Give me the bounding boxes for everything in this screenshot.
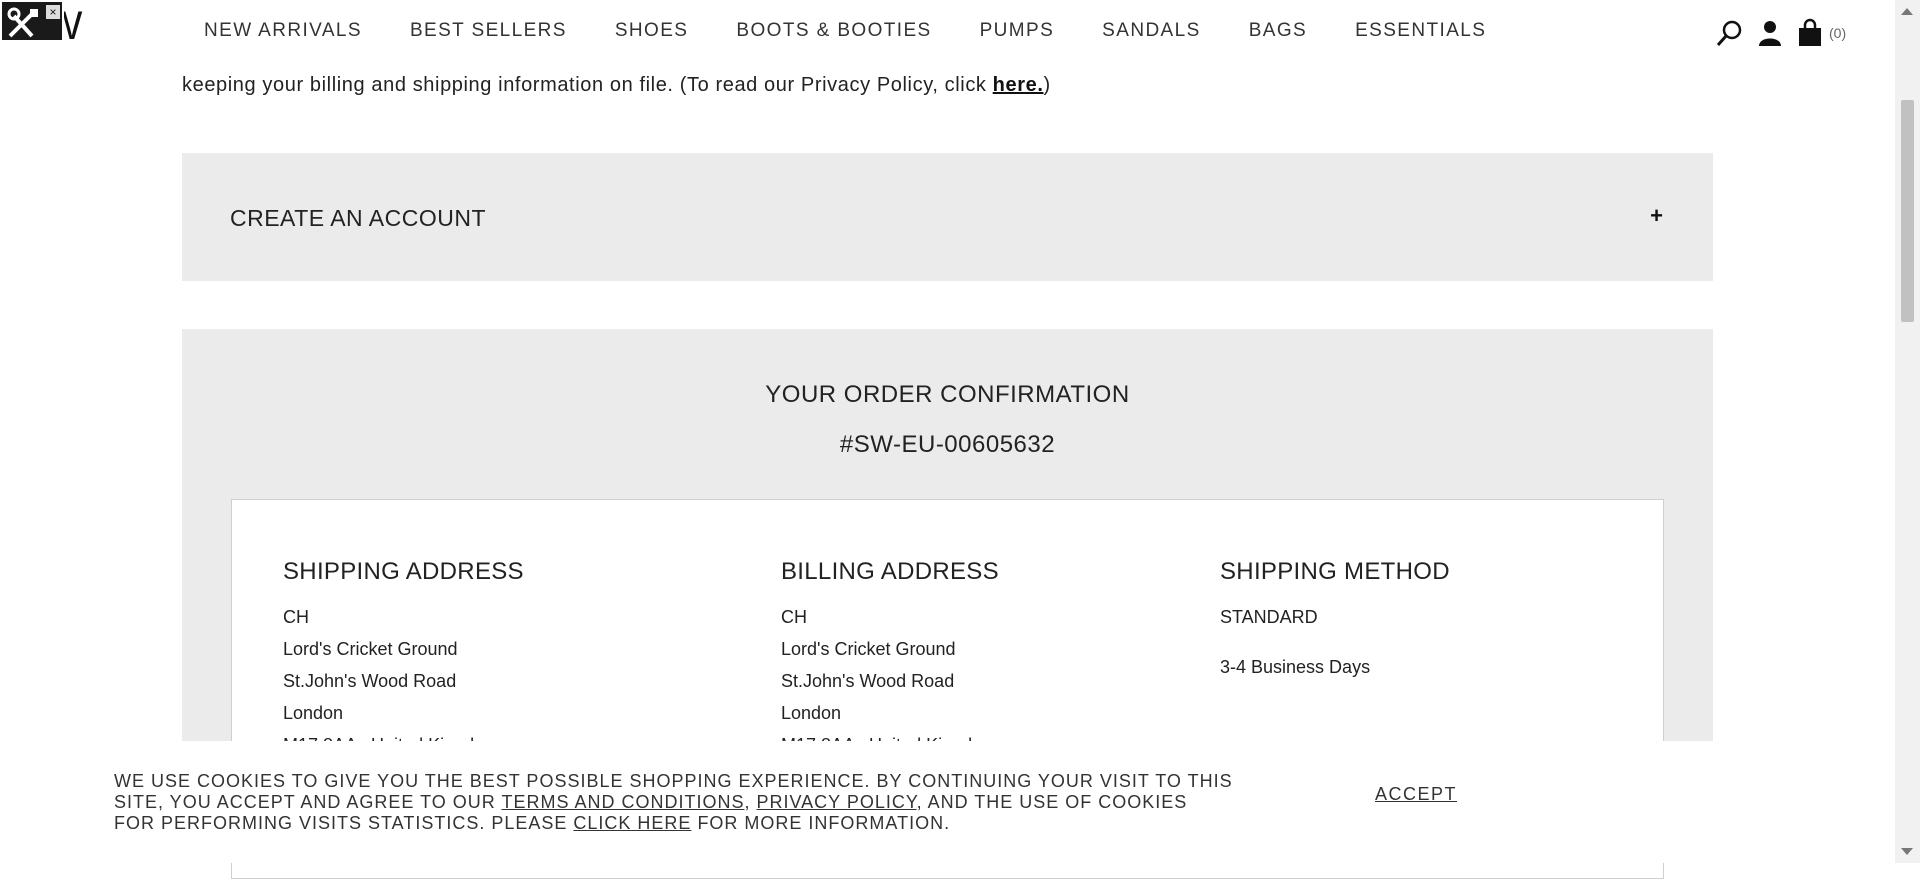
shipping-address-line: Lord's Cricket Ground bbox=[283, 639, 458, 659]
devtools-overlay[interactable]: × bbox=[0, 0, 64, 42]
accept-cookies-button[interactable]: ACCEPT bbox=[1375, 784, 1457, 805]
nav-boots-booties[interactable]: BOOTS & BOOTIES bbox=[736, 20, 931, 42]
order-number: #SW-EU-00605632 bbox=[839, 431, 1056, 458]
billing-address-heading: BILLING ADDRESS bbox=[781, 558, 999, 585]
shipping-address-section: SHIPPING ADDRESS CH Lord's Cricket Groun… bbox=[283, 558, 524, 766]
shipping-address-line: CH bbox=[283, 607, 309, 627]
expand-plus-icon[interactable]: + bbox=[1650, 203, 1663, 229]
create-account-panel[interactable]: CREATE AN ACCOUNT + bbox=[182, 153, 1713, 281]
cookie-banner: We use cookies to give you the best poss… bbox=[0, 741, 1895, 863]
shipping-address-line: London bbox=[283, 703, 344, 723]
privacy-policy-link[interactable]: privacy policy bbox=[756, 792, 916, 812]
nav-sandals[interactable]: SANDALS bbox=[1102, 20, 1201, 42]
billing-address-line: London bbox=[781, 703, 842, 723]
nav-shoes[interactable]: SHOES bbox=[615, 20, 689, 42]
cookie-sep: , bbox=[744, 792, 757, 812]
nav-pumps[interactable]: PUMPS bbox=[980, 20, 1055, 42]
billing-address-line: Lord's Cricket Ground bbox=[781, 639, 956, 659]
shipping-method-name: STANDARD bbox=[1220, 607, 1318, 627]
close-icon[interactable]: × bbox=[46, 5, 60, 19]
nav-essentials[interactable]: ESSENTIALS bbox=[1355, 20, 1486, 42]
click-here-link[interactable]: click here bbox=[573, 813, 691, 833]
privacy-intro-text: keeping your billing and shipping inform… bbox=[182, 74, 1051, 97]
search-icon[interactable] bbox=[1715, 18, 1745, 48]
page-scrollbar[interactable] bbox=[1895, 0, 1920, 863]
billing-address-line: CH bbox=[781, 607, 807, 627]
shipping-method-heading: SHIPPING METHOD bbox=[1220, 558, 1450, 585]
shipping-method-eta: 3-4 Business Days bbox=[1220, 657, 1371, 677]
shipping-method-section: SHIPPING METHOD STANDARD 3-4 Business Da… bbox=[1220, 558, 1450, 688]
cart-count[interactable]: (0) bbox=[1829, 25, 1846, 41]
scroll-up-arrow-icon[interactable] bbox=[1901, 8, 1913, 15]
nav-icons: (0) bbox=[1715, 18, 1846, 48]
create-account-title[interactable]: CREATE AN ACCOUNT bbox=[230, 205, 486, 232]
scroll-thumb[interactable] bbox=[1901, 100, 1914, 322]
billing-address-line: St.John's Wood Road bbox=[781, 671, 955, 691]
nav-best-sellers[interactable]: BEST SELLERS bbox=[410, 20, 567, 42]
logo[interactable]: SW × bbox=[0, 0, 90, 50]
account-icon[interactable] bbox=[1755, 18, 1785, 48]
order-confirmation-title: YOUR ORDER CONFIRMATION bbox=[765, 381, 1130, 408]
shipping-address-line: St.John's Wood Road bbox=[283, 671, 457, 691]
nav-bags[interactable]: BAGS bbox=[1249, 20, 1307, 42]
cookie-text-3: for more information. bbox=[691, 813, 951, 833]
cart-icon[interactable] bbox=[1795, 18, 1825, 48]
privacy-policy-link[interactable]: here. bbox=[993, 74, 1044, 96]
billing-address-section: BILLING ADDRESS CH Lord's Cricket Ground… bbox=[781, 558, 999, 766]
terms-link[interactable]: terms and conditions bbox=[501, 792, 744, 812]
tools-icon bbox=[7, 7, 38, 38]
scroll-down-arrow-icon[interactable] bbox=[1901, 848, 1913, 855]
top-nav: SW × NEW ARRIVALS BEST SELLERS SHOES BOO… bbox=[0, 0, 1895, 64]
main-menu: NEW ARRIVALS BEST SELLERS SHOES BOOTS & … bbox=[204, 20, 1534, 42]
nav-new-arrivals[interactable]: NEW ARRIVALS bbox=[204, 20, 362, 42]
intro-text: keeping your billing and shipping inform… bbox=[182, 74, 993, 96]
intro-close: ) bbox=[1043, 74, 1051, 96]
cookie-text: We use cookies to give you the best poss… bbox=[114, 771, 1234, 834]
shipping-address-heading: SHIPPING ADDRESS bbox=[283, 558, 524, 585]
